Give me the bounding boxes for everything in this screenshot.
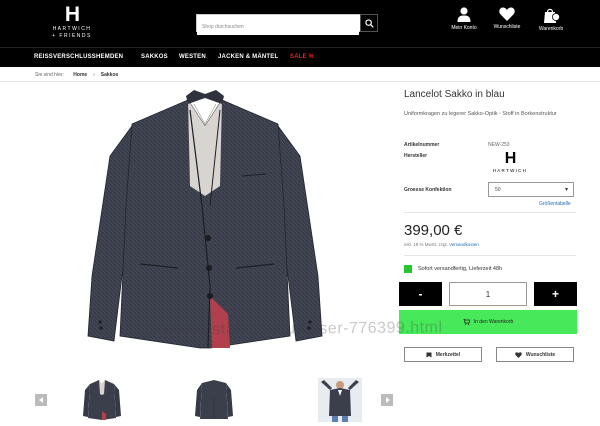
breadcrumb-current[interactable]: Sakkos bbox=[101, 72, 119, 78]
nav-item-jacken-maentel[interactable]: JACKEN & MÄNTEL bbox=[218, 54, 278, 60]
thumb-next-button[interactable] bbox=[381, 394, 393, 406]
heart-icon bbox=[499, 7, 515, 21]
search-icon bbox=[364, 18, 374, 28]
product-description: Uniformkragen zu legerer Sakko-Optik - S… bbox=[404, 111, 557, 117]
vat-note: inkl. 19 % MwSt. zzgl. Versandkosten bbox=[404, 242, 479, 247]
breadcrumb: Sie sind hier: Home » Sakkos bbox=[35, 72, 118, 78]
note-label: Merkzettel bbox=[435, 351, 461, 358]
bookmark-icon bbox=[426, 352, 432, 357]
logo-text: HARTWICH bbox=[52, 26, 92, 32]
divider bbox=[404, 212, 576, 213]
maker-logo[interactable]: H HARTWICH bbox=[490, 150, 530, 174]
quantity-decrease-button[interactable]: - bbox=[399, 282, 442, 306]
breadcrumb-separator: » bbox=[92, 72, 96, 78]
cart-label: Warenkorb bbox=[538, 26, 564, 32]
maker-logo-letter: H bbox=[504, 150, 517, 167]
search-input[interactable] bbox=[197, 19, 359, 35]
quantity-input[interactable]: 1 bbox=[449, 282, 527, 306]
wishlist-button-label: Wunschliste bbox=[525, 351, 556, 358]
size-label: Groesse Konfektion bbox=[404, 187, 452, 193]
wishlist-label: Wunschliste bbox=[493, 24, 521, 30]
nav-item-westen[interactable]: WESTEN bbox=[179, 54, 206, 60]
add-to-cart-label: In den Warenkorb bbox=[473, 319, 514, 325]
size-selected-value: 50 bbox=[495, 187, 501, 193]
logo-subtext: + FRIENDS bbox=[52, 33, 92, 39]
chevron-down-icon: ▾ bbox=[564, 187, 568, 193]
product-title: Lancelot Sakko in blau bbox=[404, 89, 505, 100]
thumb-prev-button[interactable] bbox=[35, 394, 47, 406]
main-nav: REISSVERSCHLUSSHEMDEN SAKKOS WESTEN JACK… bbox=[0, 47, 600, 67]
size-table-link[interactable]: Größentabelle bbox=[539, 201, 571, 207]
divider bbox=[404, 255, 576, 256]
breadcrumb-home[interactable]: Home bbox=[73, 72, 87, 78]
wishlist-button[interactable]: Wunschliste bbox=[496, 347, 574, 362]
maker-label: Hersteller bbox=[404, 153, 428, 159]
vat-text: inkl. 19 % MwSt. zzgl. bbox=[404, 242, 448, 247]
heart-icon bbox=[515, 351, 522, 358]
cart-icon bbox=[462, 319, 470, 325]
logo-letter: H bbox=[64, 3, 80, 26]
account-label: Mein Konto bbox=[451, 25, 477, 31]
product-thumbnail[interactable] bbox=[192, 378, 236, 422]
sku-label: Artikelnummer bbox=[404, 142, 440, 148]
brand-logo[interactable]: H HARTWICH + FRIENDS bbox=[44, 4, 100, 39]
chevron-left-icon bbox=[38, 397, 43, 403]
stock-status: Sofort versandfertig, Lieferzeit 48h bbox=[404, 265, 502, 273]
account-link[interactable]: Mein Konto bbox=[444, 7, 484, 31]
search-box bbox=[196, 14, 378, 35]
user-icon bbox=[457, 7, 471, 22]
note-button[interactable]: Merkzettel bbox=[404, 347, 482, 362]
cart-bag-icon bbox=[544, 8, 560, 23]
breadcrumb-prefix: Sie sind hier: bbox=[35, 72, 64, 78]
maker-logo-text: HARTWICH bbox=[492, 168, 528, 173]
product-price: 399,00 € bbox=[404, 222, 463, 239]
product-thumbnail[interactable] bbox=[80, 378, 124, 422]
search-button[interactable] bbox=[360, 14, 378, 32]
product-thumbnail[interactable] bbox=[318, 378, 362, 422]
nav-item-sakkos[interactable]: SAKKOS bbox=[141, 54, 168, 60]
size-select[interactable]: 50 ▾ bbox=[488, 182, 574, 197]
cart-link[interactable]: Warenkorb bbox=[531, 7, 571, 32]
wishlist-link[interactable]: Wunschliste bbox=[487, 7, 527, 30]
shipping-cost-link[interactable]: Versandkosten bbox=[449, 242, 479, 247]
stock-text: Sofort versandfertig, Lieferzeit 48h bbox=[418, 266, 503, 272]
sku-value: NEW-253 bbox=[488, 142, 510, 148]
quantity-increase-button[interactable]: + bbox=[534, 282, 577, 306]
add-to-cart-button[interactable]: In den Warenkorb bbox=[399, 310, 577, 334]
product-image[interactable] bbox=[70, 86, 340, 356]
nav-item-reissverschlusshemden[interactable]: REISSVERSCHLUSSHEMDEN bbox=[34, 54, 123, 60]
chevron-right-icon bbox=[385, 397, 390, 403]
stock-indicator bbox=[404, 265, 412, 273]
site-header: H HARTWICH + FRIENDS Mein Konto Wunschli… bbox=[0, 0, 600, 47]
nav-item-sale[interactable]: SALE % bbox=[290, 54, 314, 60]
divider bbox=[0, 81, 600, 82]
